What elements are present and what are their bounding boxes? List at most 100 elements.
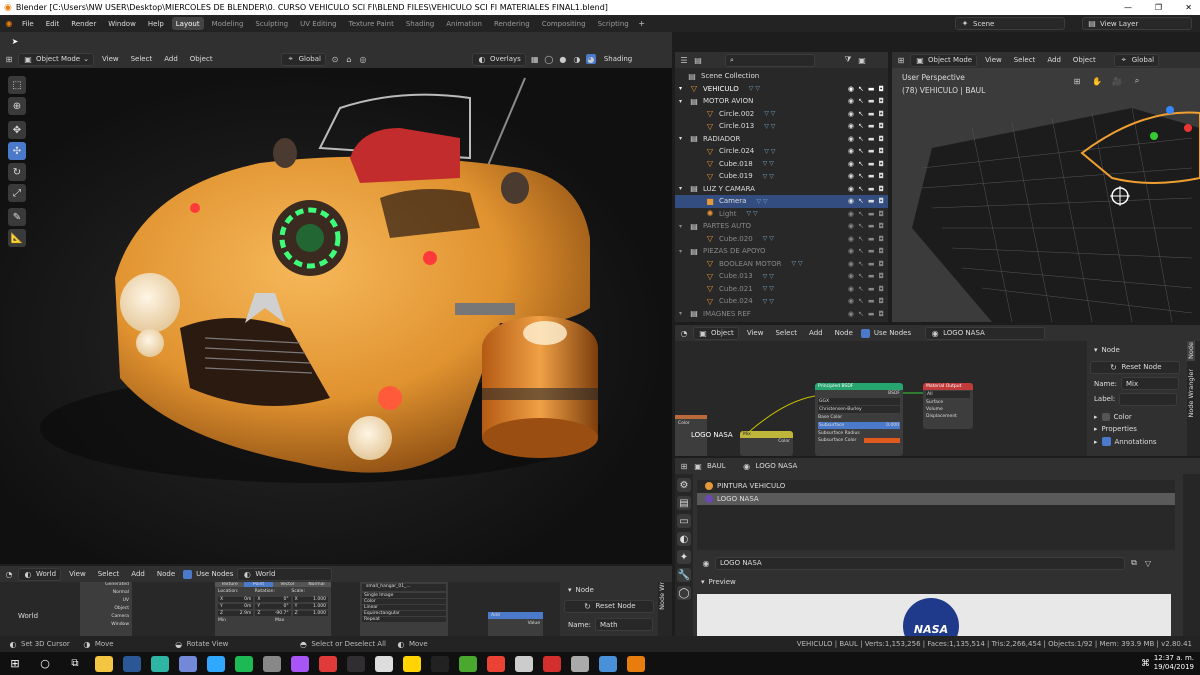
outliner-item[interactable]: ▾ ▤ IMAGNES REF ◉ ↖ ▬ ◘ [675,308,888,321]
viewport-icon[interactable]: ▬ [868,222,875,230]
eye-icon[interactable]: ◉ [848,122,854,130]
mix-node[interactable]: Mix Color [740,431,793,456]
shading-dropdown[interactable]: Shading [600,53,636,66]
material-shading-icon[interactable]: ◑ [572,54,582,64]
outliner-editor-icon[interactable]: ☰ [679,55,689,65]
modifier-icon[interactable]: ▽ ▽ [764,123,775,130]
expand-arrow-icon[interactable]: ▾ [679,223,682,230]
cursor-tool-icon[interactable]: ⊕ [8,97,26,115]
mapping-tab-texture[interactable]: Texture [215,582,244,587]
properties-scrollbar[interactable] [1183,474,1200,636]
outliner-item[interactable]: ✺ Light ▽ ▽ ◉ ↖ ▬ ◘ [675,208,888,221]
select-icon[interactable]: ↖ [858,97,864,105]
viewport-icon[interactable]: ▬ [868,310,875,318]
node-menu-select[interactable]: Select [771,327,801,340]
viewport-icon[interactable]: ▬ [868,97,875,105]
image-interpolation[interactable]: Linear [362,605,446,610]
math-node[interactable]: Add Value [488,612,543,636]
world-selector[interactable]: ◐ World [237,567,333,581]
select-icon[interactable]: ↖ [858,272,864,280]
eye-icon[interactable]: ◉ [848,260,854,268]
render-icon[interactable]: ◘ [878,272,884,280]
eye-icon[interactable]: ◉ [848,160,854,168]
snap-icon[interactable]: ⌂ [344,54,354,64]
tab-layout[interactable]: Layout [171,17,204,30]
wireframe-shading-icon[interactable]: ◯ [544,54,554,64]
tab-node-wrangler[interactable]: Node Wrangler [1187,367,1195,420]
material-slot[interactable]: PINTURA VEHICULO [697,480,1175,493]
taskbar-app-mari-icon[interactable] [403,655,421,672]
rv-transform[interactable]: ⌖ Global [1113,53,1160,67]
world-menu-node[interactable]: Node [153,568,179,581]
output-target[interactable]: All [926,391,970,398]
output-properties-icon[interactable]: ▭ [677,514,691,528]
scene-selector[interactable]: ✦ Scene [955,17,1065,30]
tab-node-wrangler[interactable]: Node Wr [658,582,666,612]
fake-user-icon[interactable]: ▽ [1143,558,1153,568]
node-menu-view[interactable]: View [743,327,768,340]
viewport-icon[interactable]: ▬ [868,147,875,155]
bsdf-subsurface-method[interactable]: Christensen-Burley [818,406,900,413]
viewport-icon[interactable]: ▬ [868,135,875,143]
taskbar-app-photoshop-icon[interactable] [207,655,225,672]
viewport-icon[interactable]: ▬ [868,197,875,205]
eye-icon[interactable]: ◉ [848,222,854,230]
render-icon[interactable]: ◘ [878,197,884,205]
mapping-field[interactable]: X 0m [218,597,254,602]
mapping-field[interactable]: Z 1.000 [292,611,328,616]
proportional-icon[interactable]: ◎ [358,54,368,64]
pin-icon[interactable]: ▣ [693,461,703,471]
render-icon[interactable]: ◘ [878,235,884,243]
taskbar-app-sketchup-icon[interactable] [319,655,337,672]
select-icon[interactable]: ↖ [858,222,864,230]
select-icon[interactable]: ↖ [858,185,864,193]
eye-icon[interactable]: ◉ [848,310,854,318]
image-selector[interactable]: small_hangar_01_... [362,584,446,591]
world-menu-add[interactable]: Add [127,568,149,581]
taskbar-app-ue4-icon[interactable] [515,655,533,672]
solid-shading-icon[interactable]: ● [558,54,568,64]
pivot-icon[interactable]: ⊙ [330,54,340,64]
menu-file[interactable]: File [18,17,38,30]
node-editor[interactable]: Principled BSDF BSDF GGX Christensen-Bur… [675,341,1087,456]
viewport-icon[interactable]: ▬ [868,235,875,243]
render-icon[interactable]: ◘ [878,122,884,130]
select-icon[interactable]: ↖ [858,135,864,143]
taskbar-app-xn-icon[interactable] [291,655,309,672]
eye-icon[interactable]: ◉ [848,247,854,255]
xray-icon[interactable]: ▦ [530,54,540,64]
world-reset-node-button[interactable]: ↻ Reset Node [564,599,654,613]
select-icon[interactable]: ↖ [858,197,864,205]
eye-icon[interactable]: ◉ [848,97,854,105]
render-properties-icon[interactable]: ▤ [677,496,691,510]
eye-icon[interactable]: ◉ [848,147,854,155]
mapping-field[interactable]: Z 2.9m [218,611,254,616]
expand-arrow-icon[interactable]: ▾ [679,85,682,92]
tab-modeling[interactable]: Modeling [208,17,248,30]
expand-arrow-icon[interactable]: ▾ [679,185,682,192]
viewport-icon[interactable]: ▬ [868,185,875,193]
mode-dropdown[interactable]: ▣ Object Mode ⌄ [18,52,94,66]
eye-icon[interactable]: ◉ [848,135,854,143]
outliner-root[interactable]: ▤ Scene Collection [675,70,888,83]
outliner-item[interactable]: ▽ Cube.019 ▽ ▽ ◉ ↖ ▬ ◘ [675,170,888,183]
taskbar-app-maya-icon[interactable] [151,655,169,672]
view-layer-selector[interactable]: ▤ View Layer [1082,17,1192,30]
menu-render[interactable]: Render [67,17,100,30]
taskbar-app-blender-icon[interactable] [627,655,645,672]
mapping-field[interactable]: X 0° [255,597,291,602]
rv-menu-select[interactable]: Select [1010,54,1040,67]
image-projection[interactable]: Equirectangular [362,611,446,616]
taskbar-app-maps-icon[interactable] [599,655,617,672]
modifier-icon[interactable]: ▽ ▽ [763,235,774,242]
task-view-icon[interactable]: ⧉ [60,658,90,669]
modifier-icon[interactable]: ▽ ▽ [749,85,760,92]
render-icon[interactable]: ◘ [878,247,884,255]
reset-node-button[interactable]: ↻ Reset Node [1090,360,1180,374]
viewport-icon[interactable]: ▬ [868,285,875,293]
eye-icon[interactable]: ◉ [848,297,854,305]
texture-coord-node[interactable]: Generated Normal UV Object Camera Window [80,582,132,636]
outliner-item[interactable]: ▾ ▽ VEHICULO ▽ ▽ ◉ ↖ ▬ ◘ [675,83,888,96]
eye-icon[interactable]: ◉ [848,85,854,93]
taskbar-app-spotify-icon[interactable] [235,655,253,672]
